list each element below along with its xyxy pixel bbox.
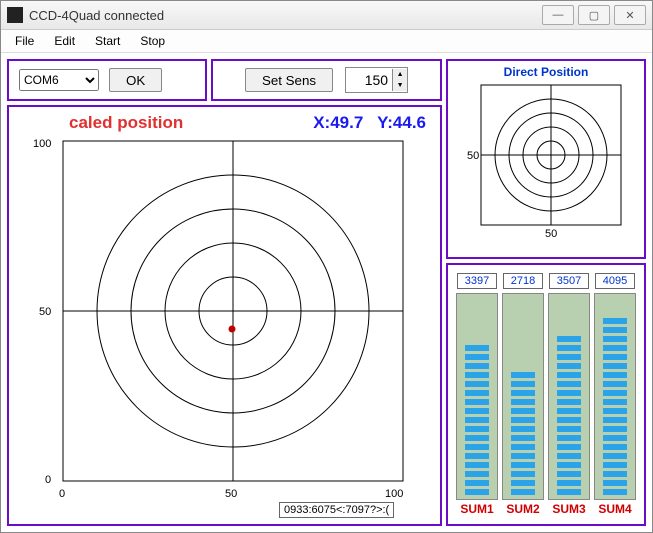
sum4-gauge bbox=[594, 293, 636, 500]
sums-panel: 3397 SUM1 2718 SUM2 3507 SUM3 4095 bbox=[446, 263, 646, 526]
target-point-icon bbox=[229, 326, 236, 333]
sens-value-input[interactable] bbox=[346, 71, 392, 89]
sens-panel: Set Sens ▲ ▼ bbox=[211, 59, 442, 101]
app-icon bbox=[7, 7, 23, 23]
spin-down-icon[interactable]: ▼ bbox=[392, 80, 407, 91]
sum3-label: SUM3 bbox=[552, 502, 585, 516]
sum1-value: 3397 bbox=[457, 273, 497, 289]
minimize-button[interactable]: — bbox=[542, 5, 574, 25]
sum2-value: 2718 bbox=[503, 273, 543, 289]
close-button[interactable]: ✕ bbox=[614, 5, 646, 25]
scaled-position-panel: caled position X:49.7 Y:44.6 bbox=[7, 105, 442, 526]
sum3-gauge bbox=[548, 293, 590, 500]
menu-stop[interactable]: Stop bbox=[132, 32, 173, 50]
sum2-column: 2718 SUM2 bbox=[502, 273, 544, 516]
menu-file[interactable]: File bbox=[7, 32, 42, 50]
sum2-label: SUM2 bbox=[506, 502, 539, 516]
sum1-column: 3397 SUM1 bbox=[456, 273, 498, 516]
y-readout: Y:44.6 bbox=[377, 113, 426, 132]
titlebar: CCD-4Quad connected — ▢ ✕ bbox=[1, 1, 652, 30]
y-tick-50: 50 bbox=[39, 306, 51, 318]
spin-up-icon[interactable]: ▲ bbox=[392, 69, 407, 80]
x-tick-50: 50 bbox=[225, 488, 237, 500]
sum3-value: 3507 bbox=[549, 273, 589, 289]
sum4-column: 4095 SUM4 bbox=[594, 273, 636, 516]
direct-caption: Direct Position bbox=[504, 65, 589, 79]
ok-button[interactable]: OK bbox=[109, 68, 162, 92]
direct-x-tick: 50 bbox=[545, 228, 557, 237]
x-tick-100: 100 bbox=[385, 488, 403, 500]
window-title: CCD-4Quad connected bbox=[29, 8, 542, 23]
menu-edit[interactable]: Edit bbox=[46, 32, 83, 50]
com-port-select[interactable]: COM6 bbox=[19, 69, 99, 91]
menubar: File Edit Start Stop bbox=[1, 30, 652, 53]
sum4-value: 4095 bbox=[595, 273, 635, 289]
sum3-column: 3507 SUM3 bbox=[548, 273, 590, 516]
scaled-position-plot: 100 50 0 0 50 100 bbox=[15, 113, 415, 505]
sum1-gauge bbox=[456, 293, 498, 500]
set-sens-button[interactable]: Set Sens bbox=[245, 68, 333, 92]
direct-y-tick: 50 bbox=[467, 150, 479, 162]
x-readout: X:49.7 bbox=[313, 113, 363, 132]
status-readout: 0933:6075<:7097?>:( bbox=[279, 502, 394, 518]
sum2-gauge bbox=[502, 293, 544, 500]
sum4-label: SUM4 bbox=[598, 502, 631, 516]
menu-start[interactable]: Start bbox=[87, 32, 128, 50]
connection-panel: COM6 OK bbox=[7, 59, 207, 101]
plot-title: caled position bbox=[69, 113, 183, 133]
sum1-label: SUM1 bbox=[460, 502, 493, 516]
y-tick-0: 0 bbox=[45, 474, 51, 486]
y-tick-100: 100 bbox=[33, 138, 51, 150]
direct-position-plot: 50 50 bbox=[461, 81, 631, 237]
maximize-button[interactable]: ▢ bbox=[578, 5, 610, 25]
plot-coords: X:49.7 Y:44.6 bbox=[313, 113, 426, 133]
direct-position-panel: Direct Position 50 50 bbox=[446, 59, 646, 259]
sens-spinner[interactable]: ▲ ▼ bbox=[345, 67, 408, 93]
x-tick-0: 0 bbox=[59, 488, 65, 500]
